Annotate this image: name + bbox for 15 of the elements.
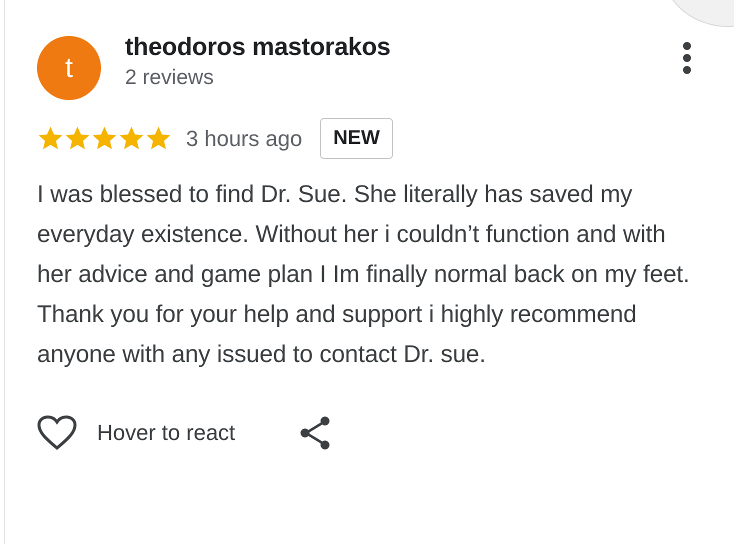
react-label: Hover to react [97, 420, 236, 446]
avatar: t [37, 36, 101, 100]
review-time: 3 hours ago [186, 126, 302, 152]
share-icon[interactable] [299, 416, 332, 450]
star-icon [145, 125, 172, 152]
review-count: 2 reviews [125, 66, 215, 90]
reviewer-name[interactable]: theodoros mastorakos [125, 32, 658, 62]
review-text: I was blessed to find Dr. Sue. She literally has saved my everyday existence. Without her i couldn’t function and with her advice and game plan I Im finally normal back on my feet. Thank you for your help and support i highly recommend anyone with any issued to contact Dr. sue. [36, 180, 691, 370]
star-icon [118, 125, 145, 152]
star-icon [37, 125, 64, 152]
more-options-icon[interactable] [682, 42, 692, 74]
star-icon [91, 125, 118, 152]
new-badge: NEW [320, 118, 393, 159]
star-icon [64, 125, 91, 152]
heart-icon[interactable] [37, 415, 77, 451]
